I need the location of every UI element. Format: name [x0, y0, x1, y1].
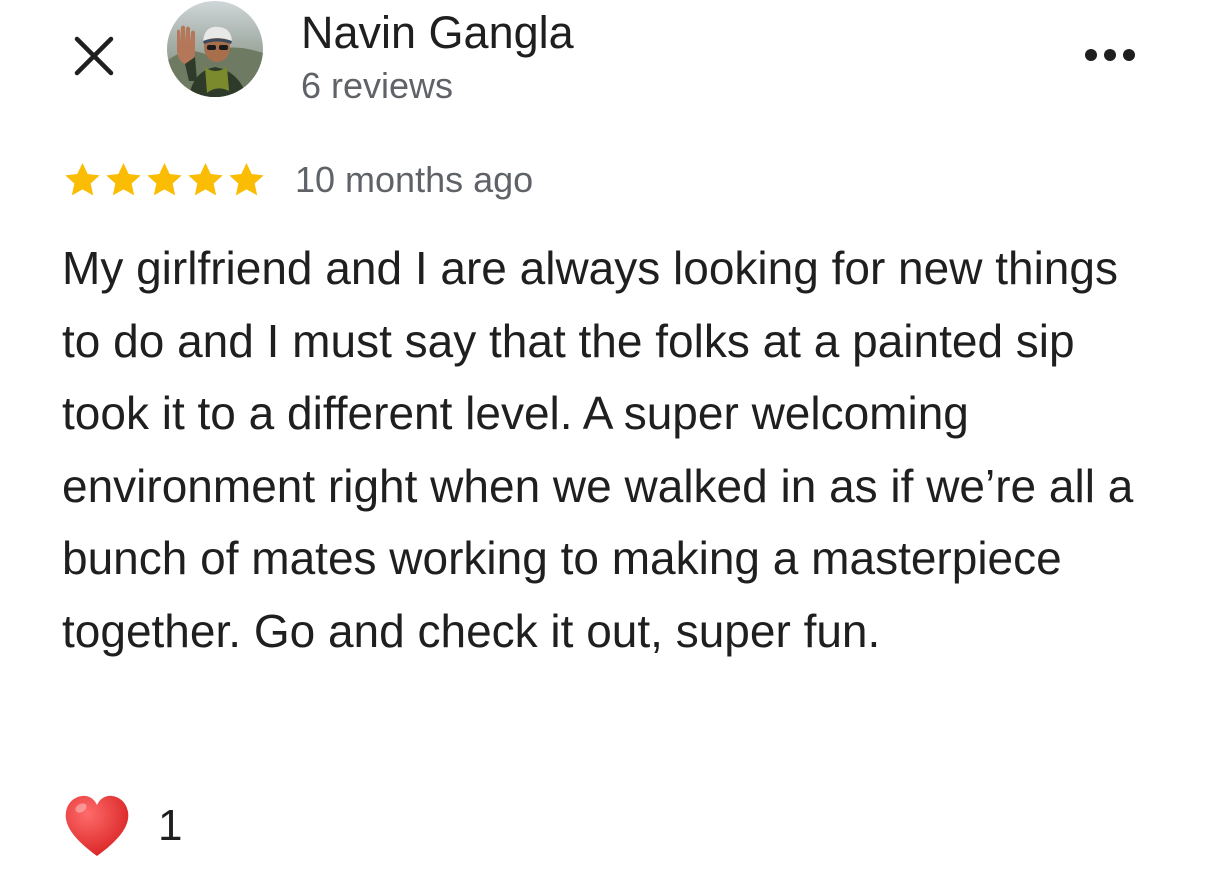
avatar-photo [167, 1, 263, 97]
star-rating [62, 160, 267, 200]
star-icon [188, 163, 223, 196]
rating-row: 10 months ago [62, 154, 533, 206]
star-icon [147, 163, 182, 196]
more-options-button[interactable] [1074, 32, 1146, 78]
reviewer-review-count: 6 reviews [301, 65, 454, 106]
close-button[interactable] [64, 26, 124, 86]
heart-reaction-button[interactable]: 1 [62, 790, 182, 862]
close-icon [74, 36, 114, 76]
avatar[interactable] [167, 1, 263, 97]
review-text: My girlfriend and I are always looking f… [62, 242, 1134, 657]
reviewer-name[interactable]: Navin Gangla [301, 6, 574, 60]
reaction-count: 1 [158, 801, 183, 850]
more-horizontal-icon [1085, 49, 1135, 61]
review-date: 10 months ago [295, 159, 534, 200]
star-icon [229, 163, 264, 196]
star-icon [106, 163, 141, 196]
star-icon [65, 163, 100, 196]
heart-icon [65, 795, 129, 856]
